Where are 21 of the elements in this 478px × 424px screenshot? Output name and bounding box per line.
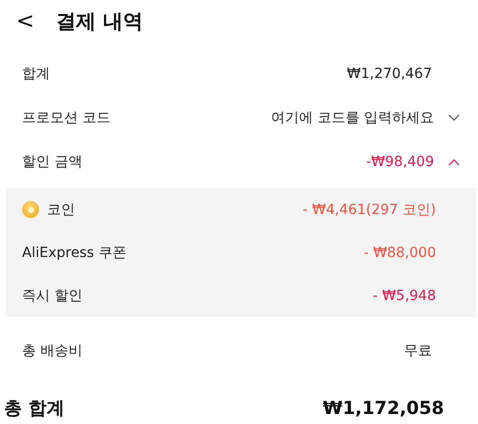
- row-label: 즉시 할인: [22, 286, 82, 304]
- row-label: 프로모션 코드: [22, 109, 110, 127]
- row-label: 할인 금액: [22, 153, 82, 171]
- promo-code-field[interactable]: 여기에 코드를 입력하세요: [271, 109, 434, 127]
- chevron-down-icon[interactable]: [448, 114, 460, 122]
- chevron-up-icon[interactable]: [448, 158, 460, 166]
- total-value: ₩1,172,058: [322, 398, 444, 418]
- row-value: 무료: [404, 342, 432, 360]
- discount-amount: - ₩4,461(297 코인): [302, 200, 436, 218]
- back-button[interactable]: <: [16, 8, 46, 34]
- row-label: 코인: [47, 200, 75, 218]
- coin-icon: [22, 201, 39, 218]
- row-label: AliExpress 쿠폰: [22, 244, 126, 262]
- discount-value: -₩98,409: [366, 154, 434, 170]
- row-label: 총 배송비: [22, 342, 82, 360]
- total-label: 총 합계: [4, 397, 64, 420]
- row-value: ₩1,270,467: [346, 66, 432, 82]
- discount-amount: - ₩88,000: [364, 244, 436, 260]
- page-title: 결제 내역: [56, 8, 143, 34]
- row-label: 합계: [22, 65, 50, 83]
- discount-amount: - ₩5,948: [372, 288, 436, 304]
